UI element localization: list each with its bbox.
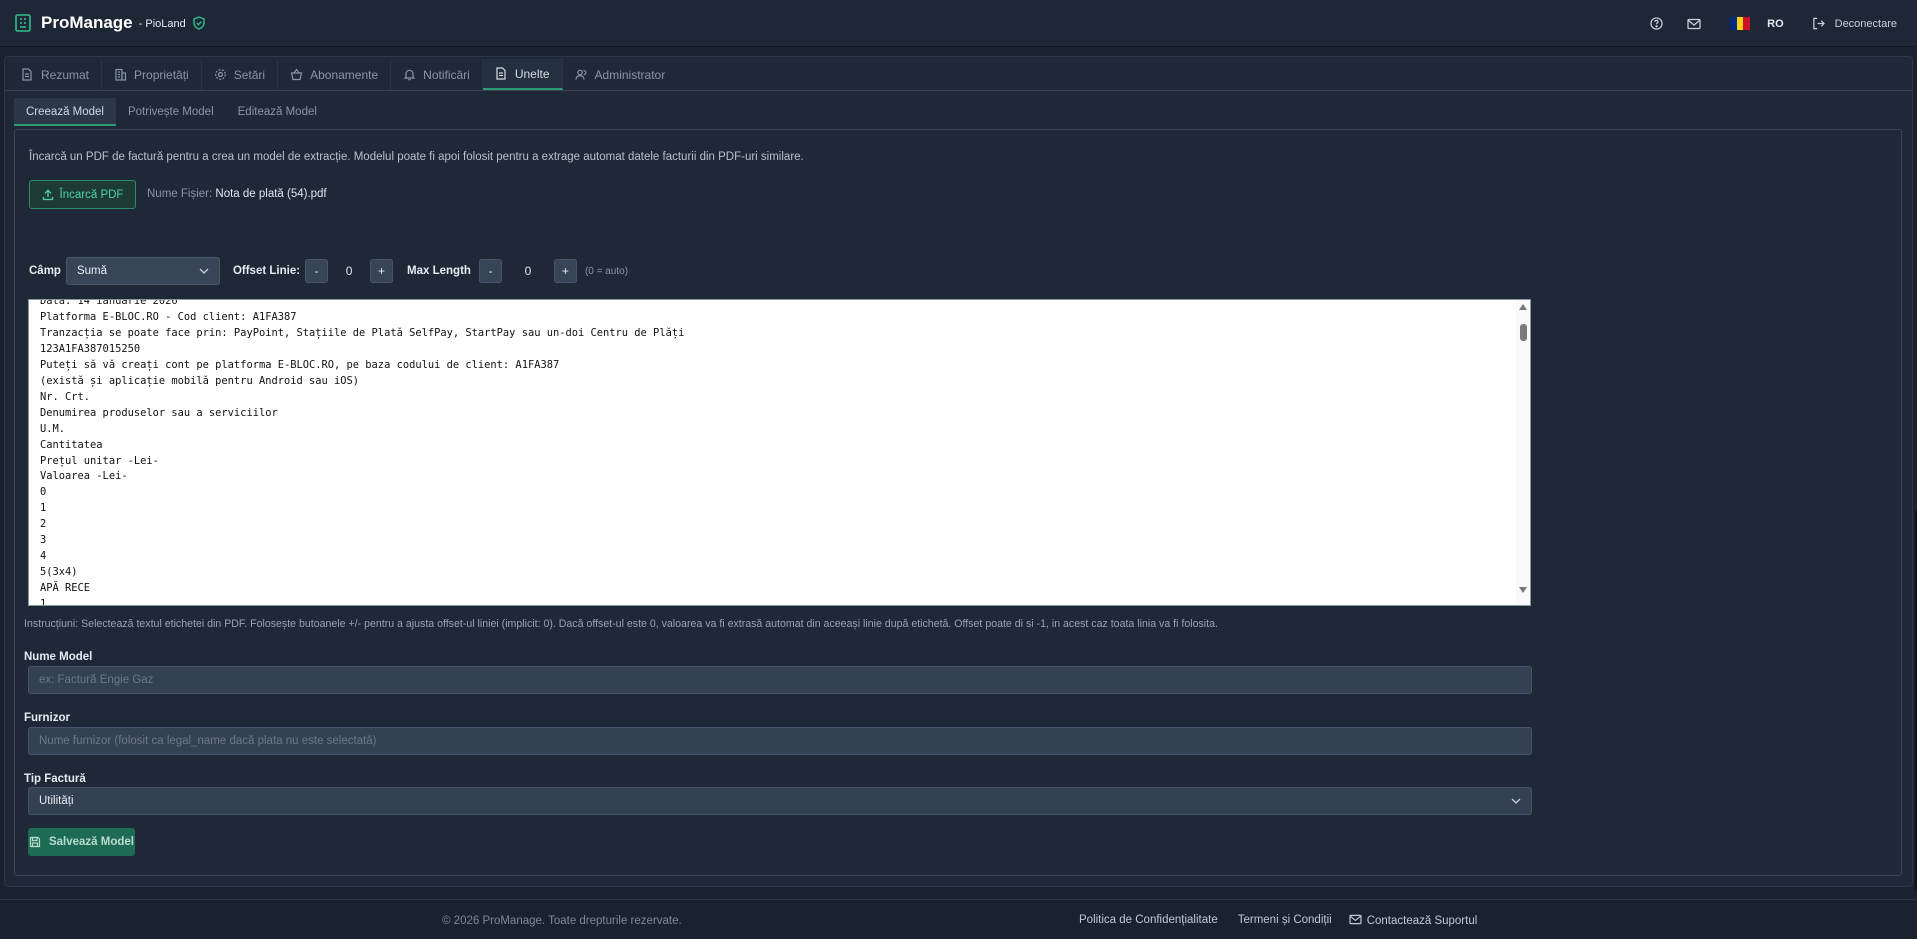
logout-label: Deconectare: [1834, 17, 1897, 30]
basket-icon: [290, 68, 303, 81]
field-controls: Câmp Sumă Offset Linie: - 0 + Max Length…: [29, 257, 628, 285]
subtab-create-model[interactable]: Creează Model: [14, 98, 116, 126]
support-label: Contactează Suportul: [1366, 914, 1478, 927]
scroll-thumb[interactable]: [1520, 324, 1527, 341]
max-length-label: Max Length: [407, 265, 471, 277]
save-label: Salvează Model: [48, 836, 134, 848]
supplier-input[interactable]: Nume furnizor (folosit ca legal_name dac…: [28, 727, 1532, 755]
offset-increment-button[interactable]: +: [370, 259, 394, 283]
tab-label: Unelte: [514, 66, 550, 81]
invoice-type-label: Tip Factură: [24, 773, 86, 785]
document-icon: [495, 67, 508, 80]
building-icon: [114, 68, 127, 81]
upload-label: Încarcă PDF: [59, 188, 124, 201]
sub-tabs: Creează Model Potrivește Model Editează …: [14, 98, 329, 126]
upload-icon: [42, 188, 54, 201]
tab-unelte[interactable]: Unelte: [482, 59, 563, 90]
chevron-down-icon: [1511, 798, 1521, 804]
users-icon: [574, 68, 588, 81]
tab-label: Setări: [233, 67, 266, 82]
max-length-hint: (0 = auto): [584, 265, 629, 277]
tab-label: Abonamente: [310, 67, 379, 82]
help-icon[interactable]: [1648, 16, 1664, 32]
tab-abonamente[interactable]: Abonamente: [278, 59, 392, 90]
tab-label: Administrator: [594, 67, 666, 82]
tab-proprietati[interactable]: Proprietăți: [102, 59, 202, 90]
save-icon: [29, 836, 41, 848]
logout-button[interactable]: Deconectare: [1812, 17, 1897, 30]
invoice-type-select[interactable]: Utilități: [28, 787, 1532, 815]
scroll-up-icon[interactable]: [1519, 304, 1527, 310]
max-length-increment-button[interactable]: +: [553, 259, 577, 283]
gear-icon: [214, 68, 227, 81]
file-name: Nota de plată (54).pdf: [215, 188, 327, 200]
tab-divider: [5, 90, 1912, 91]
pdf-text-content[interactable]: Data: 14 ianuarie 2026 Platforma E-BLOC.…: [29, 300, 1530, 605]
main-tabs: Rezumat Proprietăți Setări Abonamente No…: [9, 59, 677, 90]
offset-value: 0: [345, 264, 353, 278]
field-select[interactable]: Sumă: [65, 257, 220, 285]
header-actions: RO Deconectare: [1626, 0, 1897, 47]
tab-label: Notificări: [423, 67, 470, 82]
instructions-text: Instrucțiuni: Selectează textul etichete…: [24, 618, 1218, 630]
tab-label: Rezumat: [41, 67, 90, 82]
intro-text: Încarcă un PDF de factură pentru a crea …: [29, 151, 804, 163]
max-length-decrement-button[interactable]: -: [478, 259, 502, 283]
pdf-text-area[interactable]: Data: 14 ianuarie 2026 Platforma E-BLOC.…: [28, 299, 1531, 606]
privacy-link[interactable]: Politica de Confidențialitate: [1079, 914, 1218, 927]
flag-ro-icon[interactable]: [1730, 17, 1751, 30]
footer-links: Politica de Confidențialitate Termeni și…: [1079, 914, 1477, 927]
file-label: Nume Fișier:: [147, 188, 213, 200]
subtab-match-model[interactable]: Potrivește Model: [116, 98, 226, 126]
property-name: - PioLand: [138, 18, 186, 30]
model-name-placeholder: ex: Factură Engie Gaz: [39, 674, 154, 686]
mail-icon: [1349, 914, 1362, 927]
app-name: ProManage: [41, 13, 133, 32]
supplier-label: Furnizor: [24, 712, 70, 724]
tab-notificari[interactable]: Notificări: [391, 59, 483, 90]
invoice-type-value: Utilități: [39, 795, 74, 807]
mail-icon[interactable]: [1686, 16, 1702, 32]
brand[interactable]: ProManage - PioLand: [13, 13, 206, 33]
scroll-down-icon[interactable]: [1519, 587, 1527, 593]
subtab-edit-model[interactable]: Editează Model: [226, 98, 329, 126]
copyright-text: © 2026 ProManage. Toate drepturile rezer…: [442, 915, 682, 927]
model-name-input[interactable]: ex: Factură Engie Gaz: [28, 666, 1532, 694]
building-logo-icon: [13, 13, 33, 33]
upload-pdf-button[interactable]: Încarcă PDF: [29, 180, 136, 209]
file-name-display: Nume Fișier: Nota de plată (54).pdf: [147, 188, 327, 200]
tab-label: Proprietăți: [134, 67, 189, 82]
tab-setari[interactable]: Setări: [202, 59, 279, 90]
tab-rezumat[interactable]: Rezumat: [9, 59, 103, 90]
document-icon: [21, 68, 34, 81]
top-bar: ProManage - PioLand RO Deconectare: [0, 0, 1917, 47]
language-code[interactable]: RO: [1767, 18, 1784, 30]
offset-label: Offset Linie:: [232, 265, 301, 277]
logout-icon: [1812, 17, 1825, 30]
supplier-placeholder: Nume furnizor (folosit ca legal_name dac…: [39, 735, 377, 747]
field-select-value: Sumă: [76, 265, 107, 277]
save-model-button[interactable]: Salvează Model: [28, 828, 135, 856]
terms-link[interactable]: Termeni și Condiții: [1238, 914, 1332, 927]
max-length-value: 0: [524, 264, 532, 278]
support-link[interactable]: Contactează Suportul: [1349, 914, 1478, 927]
footer-divider: [0, 899, 1917, 900]
tab-administrator[interactable]: Administrator: [563, 59, 678, 90]
chevron-down-icon: [199, 268, 209, 274]
shield-check-icon: [192, 16, 206, 30]
model-name-label: Nume Model: [24, 651, 93, 663]
pdf-text-scrollbar[interactable]: [1516, 300, 1530, 605]
bell-icon: [403, 68, 416, 81]
offset-decrement-button[interactable]: -: [305, 259, 329, 283]
field-label: Câmp: [29, 265, 61, 277]
